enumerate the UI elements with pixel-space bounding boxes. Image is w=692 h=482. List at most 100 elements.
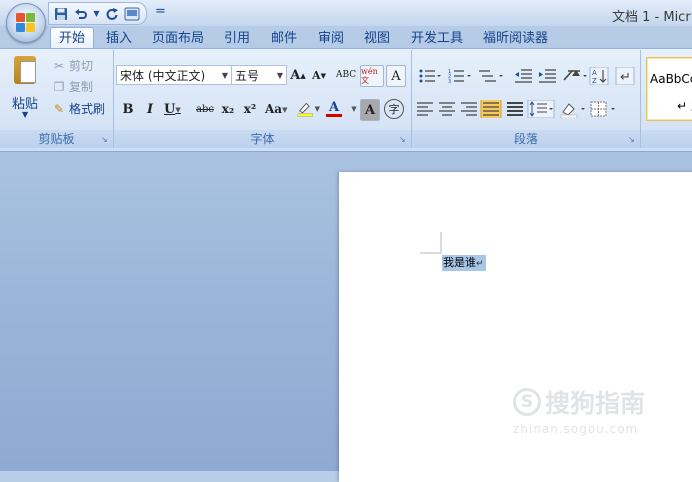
selected-text[interactable]: 我是谁↵ [442,255,486,271]
change-case-button[interactable]: Aa ▼ [265,99,287,119]
font-group: 宋体 (中文正文) ▼ 五号 ▼ A ▲ A ▼ ABC wén 文 A B I U… [114,50,412,148]
highlight-color-button[interactable]: ▼ [296,99,320,119]
font-name-value: 宋体 (中文正文) [120,69,206,83]
dialog-launcher-icon[interactable]: ↘ [101,136,109,144]
undo-icon[interactable] [73,6,89,22]
font-size-dropdown[interactable]: 五号 ▼ [231,65,287,85]
cut-label: 剪切 [69,59,94,73]
tab-home[interactable]: 开始 [50,27,95,50]
character-shading-button[interactable]: A [360,99,380,121]
tab-insert[interactable]: 插入 [106,29,132,49]
phonetic-guide-button[interactable]: wén 文 [360,65,384,87]
dialog-launcher-icon[interactable]: ↘ [399,136,407,144]
tab-developer[interactable]: 开发工具 [411,29,463,49]
style-sample: AaBbCc [650,72,692,86]
scissors-icon: ✂ [53,58,65,73]
sogou-logo-icon: S [513,388,541,416]
align-left-icon [417,102,433,116]
ribbon: 粘贴 ▼ ✂ 剪切 ❐ 复制 ✎ 格式刷 剪贴板 ↘ 宋体 (中文正文) ▼ 五… [0,48,692,152]
tab-page-layout[interactable]: 页面布局 [152,29,204,49]
clear-formatting-icon: ABC [336,70,357,80]
tab-review[interactable]: 审阅 [318,29,344,49]
strikethrough-button[interactable]: abc [196,99,214,119]
font-color-bar [326,114,342,117]
paragraph-group-label: 段落 [412,130,640,148]
bold-button[interactable]: B [120,99,136,119]
character-border-button[interactable]: A [386,65,406,87]
customize-qat-icon[interactable]: = [155,4,166,19]
save-icon[interactable] [53,6,69,22]
ribbon-tabs: 开始 插入 页面布局 引用 邮件 审阅 视图 开发工具 福昕阅读器 [0,26,692,50]
strikethrough-icon: abc [196,103,214,115]
underline-icon: U [164,101,176,117]
subscript-icon: x₂ [221,102,235,116]
cut-button[interactable]: ✂ 剪切 [52,57,93,74]
font-group-label: 字体 [114,130,411,148]
style-normal[interactable]: AaBbCc ↵ 正文 [646,57,692,121]
tab-references[interactable]: 引用 [224,29,250,49]
bold-icon: B [122,101,134,117]
clear-formatting-button[interactable]: ABC [336,65,356,85]
align-center-icon [439,102,455,116]
distributed-icon [507,102,523,116]
italic-button[interactable]: I [142,99,158,119]
justify-icon [480,100,502,118]
borders-icon [590,101,615,117]
superscript-button[interactable]: x² [242,99,258,119]
clipboard-icon [14,56,36,84]
window-title: 文档 1 - Micr [612,10,691,25]
decrease-indent-icon [515,69,532,83]
sort-icon: AZ [589,67,609,85]
font-size-value: 五号 [235,69,260,83]
svg-text:A: A [592,69,597,77]
tab-foxit-reader[interactable]: 福昕阅读器 [483,29,548,49]
show-marks-icon: ↵ [615,67,635,85]
title-bar: ▼ = 文档 1 - Micr [0,0,692,26]
multilevel-list-icon [479,70,503,82]
paragraph-mark: ↵ [476,259,484,269]
grow-font-icon: A [290,67,301,83]
font-color-button[interactable]: A [326,99,342,119]
superscript-icon: x² [243,102,257,116]
highlighter-icon [297,102,313,117]
paste-button[interactable]: 粘贴 ▼ [6,56,44,119]
copy-button[interactable]: ❐ 复制 [52,78,93,95]
copy-icon: ❐ [53,79,65,94]
office-logo-icon [16,13,36,33]
italic-icon: I [146,101,154,117]
font-color-icon: A [328,100,340,115]
grow-font-button[interactable]: A ▲ [290,65,306,85]
align-right-icon [461,102,477,116]
margin-corner-mark [420,232,442,254]
brush-icon: ✎ [53,101,65,116]
quick-access-toolbar: ▼ [48,2,147,25]
bullets-icon [419,69,441,83]
dialog-launcher-icon[interactable]: ↘ [628,136,636,144]
numbering-icon: 123 [448,69,471,85]
shading-icon [560,103,585,118]
office-button[interactable] [6,3,46,43]
format-painter-button[interactable]: ✎ 格式刷 [52,100,105,117]
increase-indent-icon [539,69,556,83]
chevron-down-icon: ▼ [221,71,228,80]
chevron-down-icon: ▼ [276,71,283,80]
tab-view[interactable]: 视图 [364,29,390,49]
enclose-characters-button[interactable]: 字 [384,99,404,119]
clipboard-group: 粘贴 ▼ ✂ 剪切 ❐ 复制 ✎ 格式刷 剪贴板 ↘ [0,50,114,148]
svg-text:3: 3 [448,79,451,85]
shrink-font-button[interactable]: A ▼ [311,65,327,85]
subscript-button[interactable]: x₂ [220,99,236,119]
tab-mailings[interactable]: 邮件 [271,29,297,49]
character-border-icon: A [391,68,401,84]
redo-icon[interactable] [104,6,120,22]
clipboard-group-label: 剪贴板 [0,130,113,148]
font-name-dropdown[interactable]: 宋体 (中文正文) ▼ [116,65,232,85]
undo-dropdown-icon[interactable]: ▼ [93,6,100,22]
watermark: S 搜狗指南 zhinan.sogou.com [513,384,645,436]
underline-button[interactable]: U ▼ [164,99,181,119]
print-preview-icon[interactable] [124,6,140,22]
style-name: ↵ 正文 [677,99,692,113]
phonetic-guide-icon: wén 文 [361,67,378,85]
chevron-down-icon: ▼ [22,110,29,119]
chinese-layout-icon [563,70,587,81]
